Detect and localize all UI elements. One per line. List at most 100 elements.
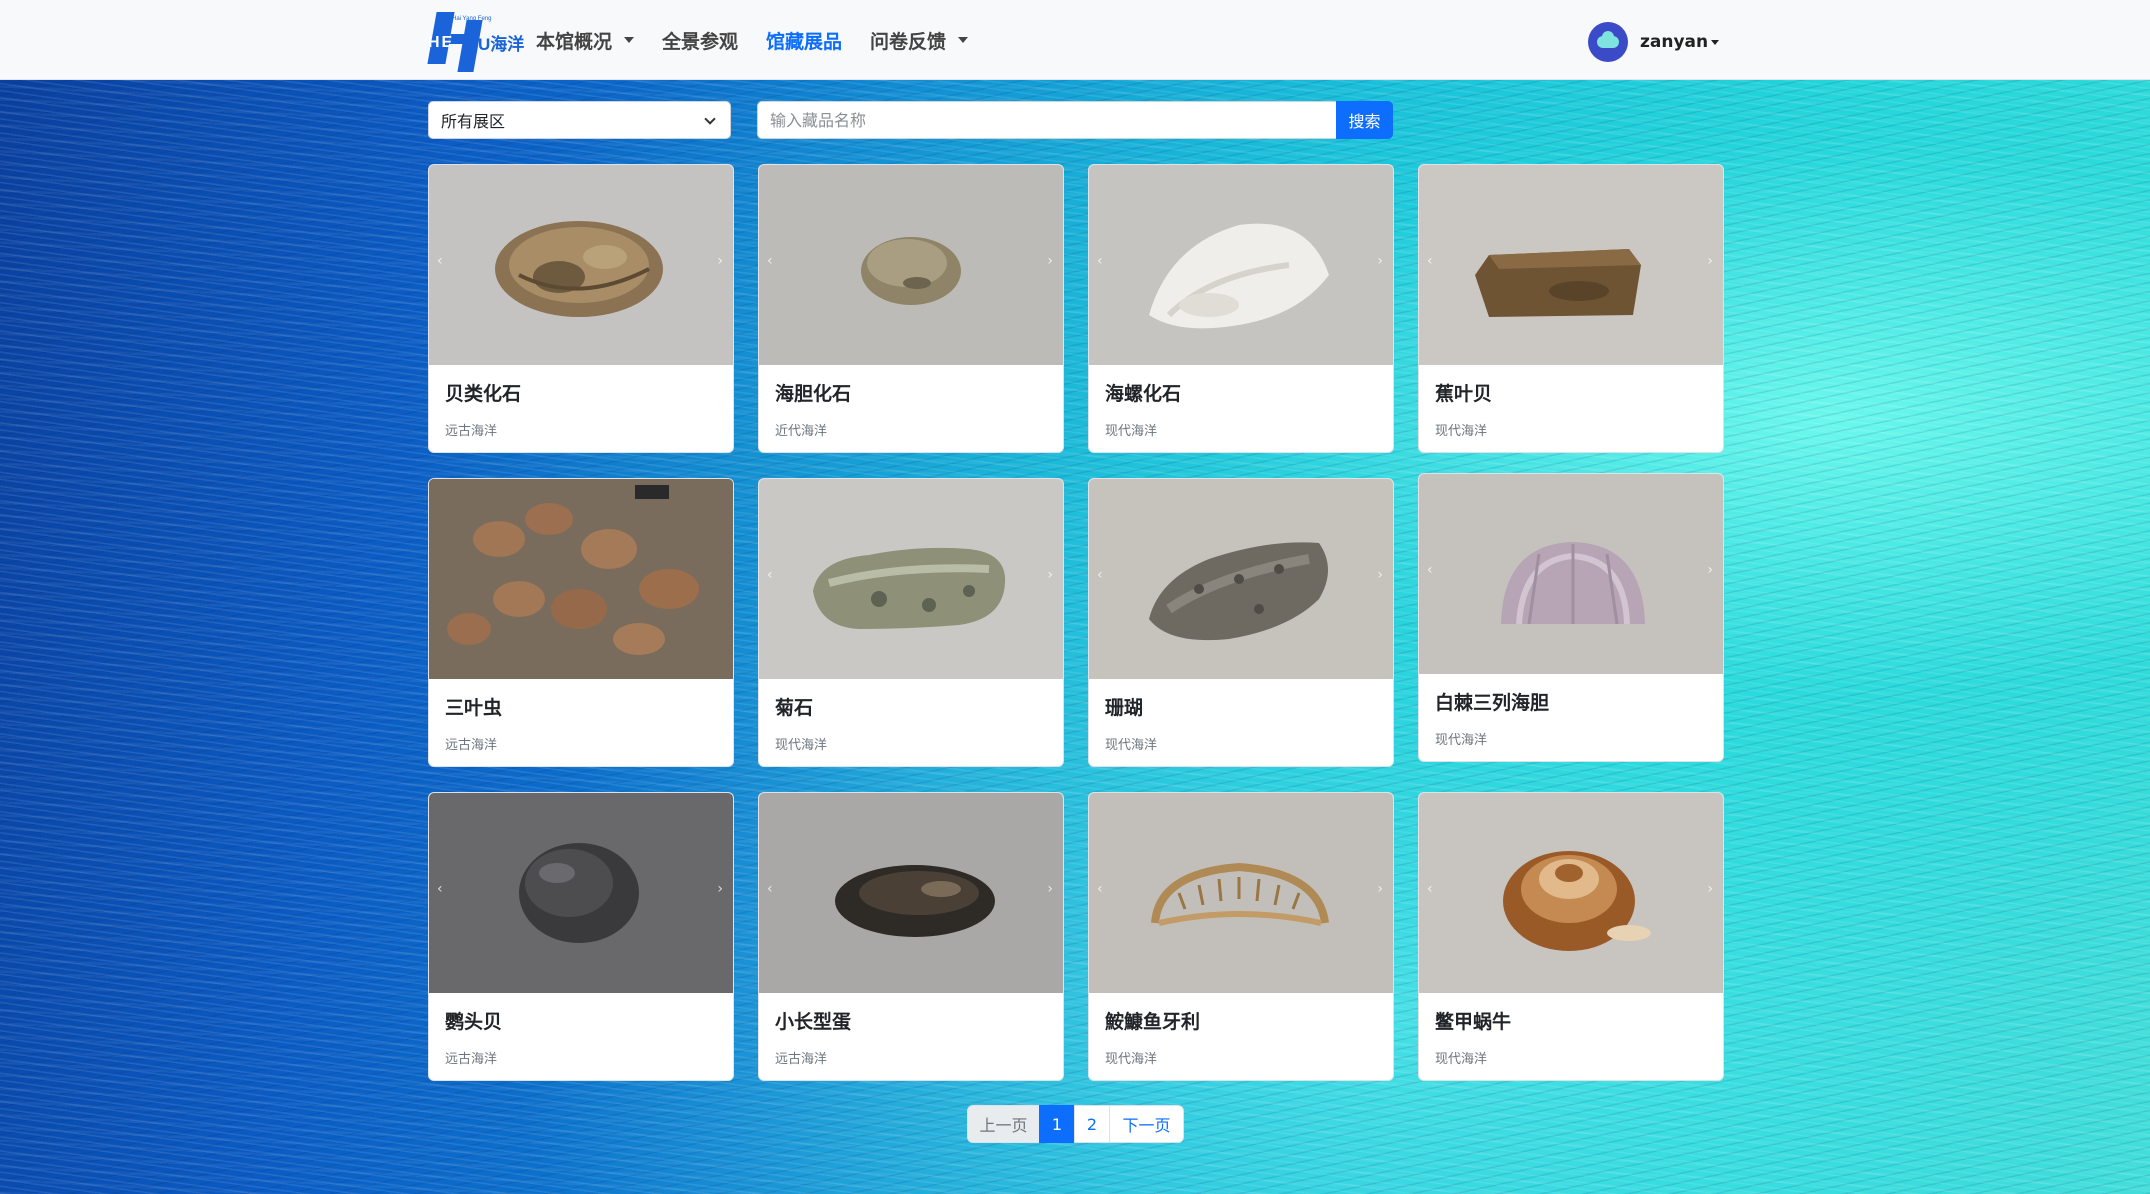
carousel-prev-icon[interactable]: ‹	[1427, 881, 1433, 897]
exhibit-title: 海胆化石	[775, 383, 852, 405]
exhibit-title: 鮟鱇鱼牙利	[1105, 1011, 1201, 1033]
exhibit-image: ‹ ›	[759, 793, 1063, 993]
carousel-next-icon[interactable]: ›	[1047, 253, 1053, 269]
search-input[interactable]	[757, 101, 1337, 139]
logo-small-text: Hai Yang Feng	[452, 16, 492, 22]
logo-he-text: HE	[428, 34, 455, 51]
exhibit-card[interactable]: ‹ › 菊石 现代海洋	[758, 478, 1064, 767]
carousel-prev-icon[interactable]: ‹	[1097, 881, 1103, 897]
carousel-next-icon[interactable]: ›	[1707, 253, 1713, 269]
username: zanyan	[1640, 32, 1709, 52]
avatar-cloud-icon	[1597, 36, 1619, 48]
carousel-next-icon[interactable]: ›	[717, 253, 723, 269]
turtle-snail-image	[1503, 851, 1651, 951]
page-1-button[interactable]: 1	[1039, 1105, 1075, 1143]
exhibit-image: ‹ ›	[1419, 474, 1723, 674]
avatar	[1588, 22, 1628, 62]
anglerfish-jaw-image	[1151, 862, 1329, 926]
exhibit-title: 小长型蛋	[775, 1011, 852, 1033]
user-menu[interactable]: zanyan	[1588, 22, 1720, 62]
search-button[interactable]: 搜索	[1336, 101, 1393, 139]
caret-down-icon	[1711, 39, 1720, 45]
egg-fossil-image	[835, 865, 995, 937]
exhibit-image: ‹ ›	[759, 479, 1063, 679]
ammonite-image	[813, 547, 1006, 629]
exhibit-card[interactable]: ‹ › 珊瑚 现代海洋	[1088, 478, 1394, 767]
trilobite-image	[429, 479, 733, 679]
chevron-down-icon	[704, 113, 716, 125]
exhibit-title: 菊石	[775, 697, 814, 719]
exhibit-era: 现代海洋	[1435, 733, 1488, 748]
parrot-shell-image	[519, 843, 639, 943]
next-page-button[interactable]: 下一页	[1109, 1105, 1184, 1143]
carousel-prev-icon[interactable]: ‹	[1427, 253, 1433, 269]
pagination: 上一页 1 2 下一页	[967, 1105, 1184, 1143]
carousel-next-icon[interactable]: ›	[1707, 881, 1713, 897]
carousel-prev-icon[interactable]: ‹	[1427, 562, 1433, 578]
area-select-value: 所有展区	[441, 112, 506, 131]
exhibit-image: ‹ ›	[429, 165, 733, 365]
exhibit-image	[429, 479, 733, 679]
exhibit-era: 现代海洋	[775, 738, 828, 753]
exhibit-era: 现代海洋	[1435, 1052, 1488, 1067]
navbar: Hai Yang Feng HE U海洋 本馆概况 全景参观 馆藏展品 问卷反馈…	[0, 0, 2150, 80]
area-select[interactable]: 所有展区	[428, 101, 731, 139]
exhibit-title: 蕉叶贝	[1435, 383, 1493, 405]
nav-item-label: 本馆概况	[536, 30, 613, 53]
nav-item-label: 馆藏展品	[766, 30, 843, 53]
carousel-prev-icon[interactable]: ‹	[437, 881, 443, 897]
exhibit-era: 现代海洋	[1105, 424, 1158, 439]
exhibit-image: ‹ ›	[1419, 165, 1723, 365]
exhibit-card[interactable]: ‹ › 白棘三列海胆 现代海洋	[1418, 473, 1724, 762]
carousel-prev-icon[interactable]: ‹	[1097, 253, 1103, 269]
nav-item-overview[interactable]: 本馆概况	[536, 27, 635, 54]
prev-page-button[interactable]: 上一页	[967, 1105, 1040, 1143]
nav-item-label: 问卷反馈	[870, 30, 947, 53]
exhibit-image: ‹ ›	[1089, 793, 1393, 993]
nav-item-feedback[interactable]: 问卷反馈	[870, 27, 969, 54]
exhibit-card[interactable]: ‹ › 海螺化石 现代海洋	[1088, 164, 1394, 453]
exhibit-card[interactable]: ‹ › 海胆化石 近代海洋	[758, 164, 1064, 453]
leaf-shell-image	[1475, 249, 1641, 317]
caret-down-icon	[958, 37, 969, 43]
carousel-prev-icon[interactable]: ‹	[767, 567, 773, 583]
carousel-next-icon[interactable]: ›	[1707, 562, 1713, 578]
exhibit-card[interactable]: ‹ › 贝类化石 远古海洋	[428, 164, 734, 453]
carousel-next-icon[interactable]: ›	[1377, 567, 1383, 583]
carousel-prev-icon[interactable]: ‹	[1097, 567, 1103, 583]
sea-urchin-image	[1501, 542, 1645, 625]
exhibit-title: 海螺化石	[1105, 383, 1182, 405]
nav-item-label: 全景参观	[662, 30, 739, 53]
exhibit-title: 贝类化石	[445, 383, 522, 405]
carousel-prev-icon[interactable]: ‹	[437, 253, 443, 269]
page-2-button[interactable]: 2	[1074, 1105, 1110, 1143]
exhibit-era: 近代海洋	[775, 424, 828, 439]
exhibit-card[interactable]: ‹ › 鹦头贝 远古海洋	[428, 792, 734, 1081]
carousel-next-icon[interactable]: ›	[1377, 881, 1383, 897]
ocean-background	[0, 0, 2150, 1194]
conch-fossil-image	[1149, 223, 1329, 329]
urchin-fossil-image	[861, 237, 961, 305]
nav-item-panorama[interactable]: 全景参观	[662, 27, 738, 54]
carousel-next-icon[interactable]: ›	[1047, 881, 1053, 897]
carousel-next-icon[interactable]: ›	[1047, 567, 1053, 583]
exhibit-title: 珊瑚	[1105, 697, 1144, 719]
carousel-next-icon[interactable]: ›	[1377, 253, 1383, 269]
exhibit-title: 白棘三列海胆	[1435, 692, 1550, 714]
exhibit-title: 鳖甲蜗牛	[1435, 1011, 1512, 1033]
nav-item-exhibits[interactable]: 馆藏展品	[766, 27, 842, 54]
exhibit-card[interactable]: ‹ › 鮟鱇鱼牙利 现代海洋	[1088, 792, 1394, 1081]
exhibit-card[interactable]: 三叶虫 远古海洋	[428, 478, 734, 767]
carousel-prev-icon[interactable]: ‹	[767, 881, 773, 897]
exhibit-card[interactable]: ‹ › 小长型蛋 远古海洋	[758, 792, 1064, 1081]
exhibit-card[interactable]: ‹ › 鳖甲蜗牛 现代海洋	[1418, 792, 1724, 1081]
carousel-prev-icon[interactable]: ‹	[767, 253, 773, 269]
shell-fossil-image	[495, 221, 663, 317]
exhibit-era: 远古海洋	[775, 1052, 828, 1067]
exhibit-era: 现代海洋	[1105, 1052, 1158, 1067]
carousel-next-icon[interactable]: ›	[717, 881, 723, 897]
heu-ocean-logo[interactable]: Hai Yang Feng HE U海洋	[427, 12, 524, 72]
main-nav: 本馆概况 全景参观 馆藏展品 问卷反馈	[536, 0, 996, 80]
exhibit-card[interactable]: ‹ › 蕉叶贝 现代海洋	[1418, 164, 1724, 453]
exhibit-title: 鹦头贝	[445, 1011, 503, 1033]
